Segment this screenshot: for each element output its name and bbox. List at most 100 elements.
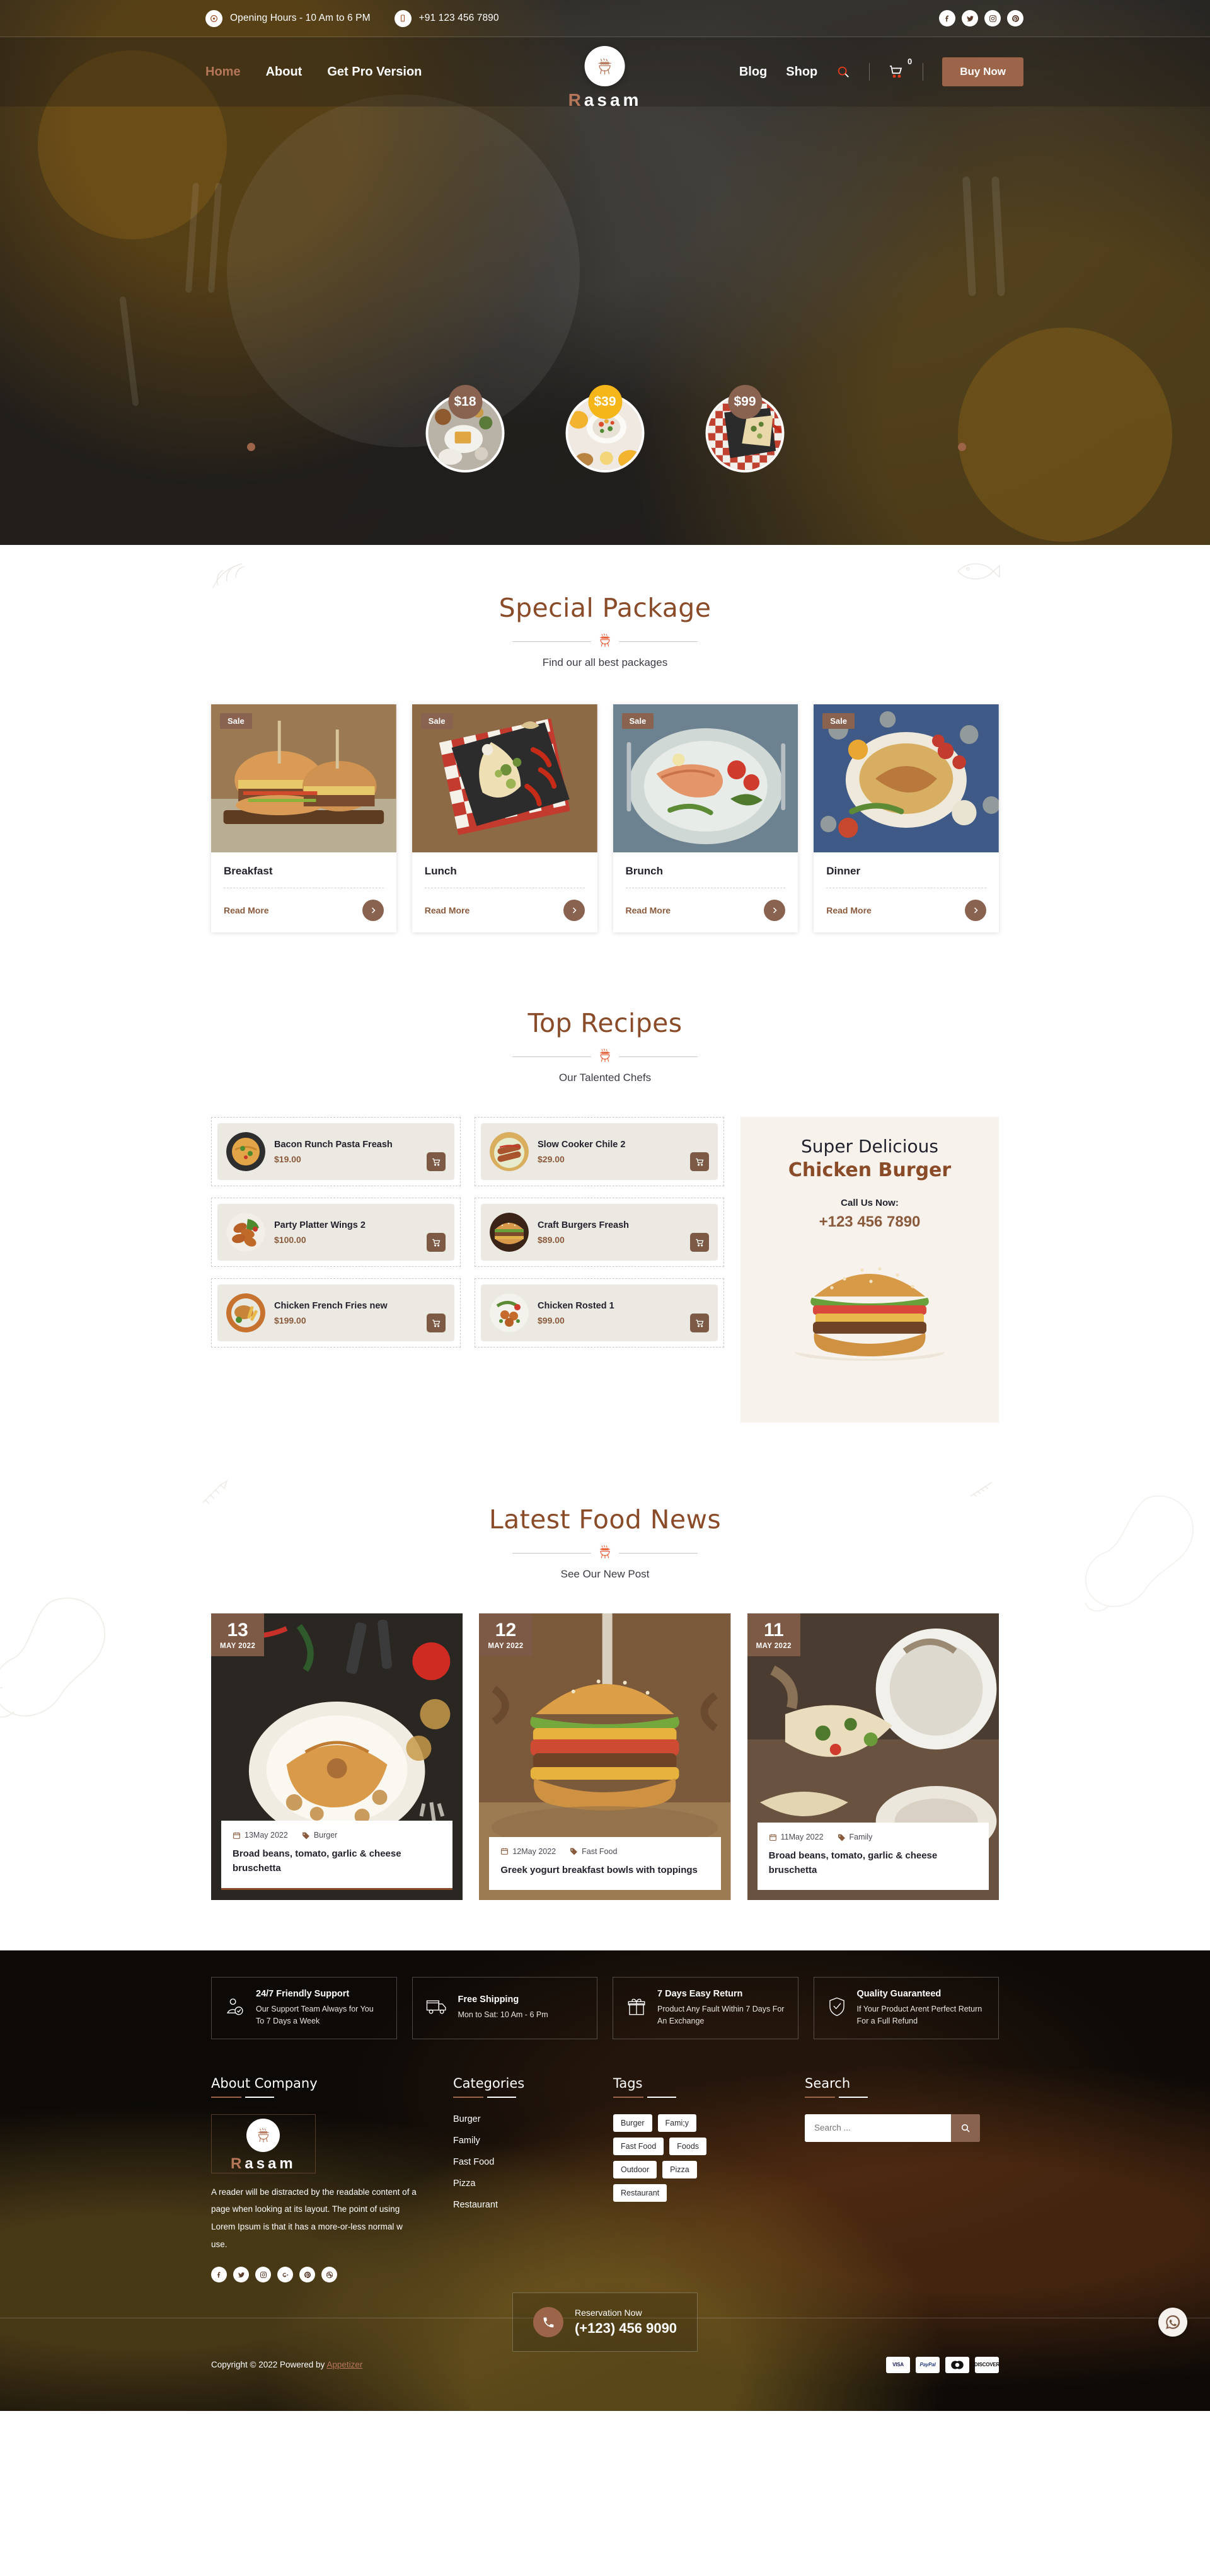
search-icon[interactable] <box>836 65 850 79</box>
news-day: 13 <box>227 1620 248 1640</box>
package-card[interactable]: Sale Brunch Read More <box>613 704 798 932</box>
phone-item[interactable]: +91 123 456 7890 <box>394 9 499 27</box>
read-more-link[interactable]: Read More <box>224 905 269 915</box>
read-more-link[interactable]: Read More <box>425 905 470 915</box>
promo-panel: Super Delicious Chicken Burger Call Us N… <box>740 1117 999 1423</box>
nav-right-group: Blog Shop 0 Buy Now <box>739 57 1023 86</box>
brand-logo[interactable]: Rasam <box>568 46 642 110</box>
add-to-cart-icon[interactable] <box>427 1152 446 1171</box>
nav-link-get-pro-version[interactable]: Get Pro Version <box>327 65 422 79</box>
recipe-thumbnail <box>226 1293 265 1332</box>
add-to-cart-icon[interactable] <box>427 1314 446 1332</box>
category-item[interactable]: Fast Food <box>453 2157 598 2167</box>
recipe-card[interactable]: Bacon Runch Pasta Freash $19.00 <box>217 1123 454 1180</box>
tag-item[interactable]: Outdoor <box>613 2160 657 2178</box>
tag-item[interactable]: Foods <box>669 2137 707 2155</box>
chevron-right-icon[interactable] <box>965 900 986 921</box>
chevron-right-icon[interactable] <box>764 900 786 921</box>
recipe-cell: Craft Burgers Freash $89.00 <box>475 1198 724 1267</box>
news-body: 11May 2022 Family Broad beans, tomato, g… <box>757 1823 989 1890</box>
phone-text: +91 123 456 7890 <box>418 13 499 23</box>
add-to-cart-icon[interactable] <box>690 1314 709 1332</box>
recipe-card[interactable]: Chicken Rosted 1 $99.00 <box>481 1285 718 1341</box>
footer-title-underline <box>453 2096 598 2098</box>
footer-title-underline <box>613 2096 790 2098</box>
nav-link-blog[interactable]: Blog <box>739 65 767 79</box>
hero-marker-left <box>247 443 255 451</box>
tag-item[interactable]: Burger <box>613 2114 652 2132</box>
instagram-icon[interactable] <box>984 10 1001 26</box>
search-submit-button[interactable] <box>951 2114 980 2142</box>
search-input[interactable] <box>805 2114 951 2142</box>
twitter-icon[interactable] <box>233 2267 249 2283</box>
news-card[interactable]: 11 MAY 2022 11May 2022 Family Broad bean… <box>747 1613 999 1900</box>
footer-about-title: About Company <box>211 2075 318 2091</box>
google-plus-icon[interactable] <box>277 2267 293 2283</box>
footer-bottom-inner: Copyright © 2022 Powered by Appetizer Re… <box>211 2293 1000 2411</box>
package-card[interactable]: Sale <box>211 704 396 932</box>
promo-phone[interactable]: +123 456 7890 <box>756 1213 984 1231</box>
facebook-icon[interactable] <box>211 2267 227 2283</box>
recipe-price: $100.00 <box>274 1235 306 1245</box>
recipe-card[interactable]: Slow Cooker Chile 2 $29.00 <box>481 1123 718 1180</box>
buy-now-button[interactable]: Buy Now <box>942 57 1023 86</box>
twitter-icon[interactable] <box>962 10 978 26</box>
category-item[interactable]: Restaurant <box>453 2200 598 2210</box>
news-tag-meta[interactable]: Burger <box>302 1831 337 1840</box>
nav-link-home[interactable]: Home <box>205 65 241 79</box>
read-more-link[interactable]: Read More <box>626 905 671 915</box>
reservation-box[interactable]: Reservation Now (+123) 456 9090 <box>512 2293 698 2352</box>
footer-logo-box[interactable]: Rasam <box>211 2114 316 2173</box>
whatsapp-button[interactable] <box>1158 2308 1187 2337</box>
tag-item[interactable]: Fami;y <box>657 2114 697 2132</box>
add-to-cart-icon[interactable] <box>690 1152 709 1171</box>
category-item[interactable]: Pizza <box>453 2178 598 2189</box>
chevron-right-icon[interactable] <box>362 900 384 921</box>
tag-item[interactable]: Fast Food <box>613 2137 664 2155</box>
facebook-icon[interactable] <box>939 10 955 26</box>
chicken-leg-doodle-right <box>1085 1495 1194 1612</box>
recipe-card[interactable]: Craft Burgers Freash $89.00 <box>481 1204 718 1261</box>
nav-link-shop[interactable]: Shop <box>786 65 817 79</box>
category-item[interactable]: Burger <box>453 2114 598 2124</box>
tag-icon <box>302 1832 309 1839</box>
tag-item[interactable]: Pizza <box>662 2160 697 2178</box>
recipe-cell: Slow Cooker Chile 2 $29.00 <box>475 1117 724 1186</box>
package-card[interactable]: Sale <box>814 704 999 932</box>
hero-food-item-3[interactable]: $99 <box>705 385 785 472</box>
tag-item[interactable]: Restaurant <box>613 2184 667 2202</box>
hero-food-item-1[interactable]: $18 <box>425 385 505 472</box>
news-tag-meta[interactable]: Fast Food <box>570 1847 617 1856</box>
recipe-card[interactable]: Party Platter Wings 2 $100.00 <box>217 1204 454 1261</box>
package-title: Breakfast <box>224 865 273 877</box>
chevron-right-icon[interactable] <box>563 900 585 921</box>
add-to-cart-icon[interactable] <box>427 1233 446 1252</box>
news-card[interactable]: 13 MAY 2022 13May 2022 Burger Broad bean… <box>211 1613 463 1900</box>
footer-brand-rest: asam <box>245 2155 296 2172</box>
promo-burger-image <box>794 1267 945 1361</box>
recipe-card[interactable]: Chicken French Fries new $199.00 <box>217 1285 454 1341</box>
pinterest-icon[interactable] <box>299 2267 315 2283</box>
pinterest-icon[interactable] <box>1007 10 1023 26</box>
copyright-link[interactable]: Appetizer <box>326 2360 362 2369</box>
calendar-icon <box>501 1848 509 1855</box>
calendar-icon <box>769 1834 776 1841</box>
divider-line-left <box>512 641 591 642</box>
read-more-link[interactable]: Read More <box>826 905 872 915</box>
footer-features-row: 24/7 Friendly Support Our Support Team A… <box>211 1950 999 2058</box>
package-card[interactable]: Sale <box>412 704 597 932</box>
news-tag-meta[interactable]: Family <box>838 1833 872 1841</box>
hero-food-item-2[interactable]: $39 <box>565 385 645 472</box>
footer-brand-initial: R <box>231 2155 245 2172</box>
cart-icon[interactable]: 0 <box>889 57 912 79</box>
tag-icon <box>570 1848 578 1855</box>
add-to-cart-icon[interactable] <box>690 1233 709 1252</box>
recipe-price: $89.00 <box>538 1235 565 1245</box>
category-item[interactable]: Family <box>453 2136 598 2146</box>
instagram-icon[interactable] <box>255 2267 271 2283</box>
top-info-bar: Opening Hours - 10 Am to 6 PM +91 123 45… <box>0 0 1210 37</box>
dribbble-icon[interactable] <box>321 2267 337 2283</box>
nav-link-about[interactable]: About <box>266 65 302 79</box>
recipe-name: Craft Burgers Freash <box>538 1220 630 1230</box>
news-card[interactable]: 12 MAY 2022 12May 2022 Fast Food Greek y… <box>479 1613 731 1900</box>
